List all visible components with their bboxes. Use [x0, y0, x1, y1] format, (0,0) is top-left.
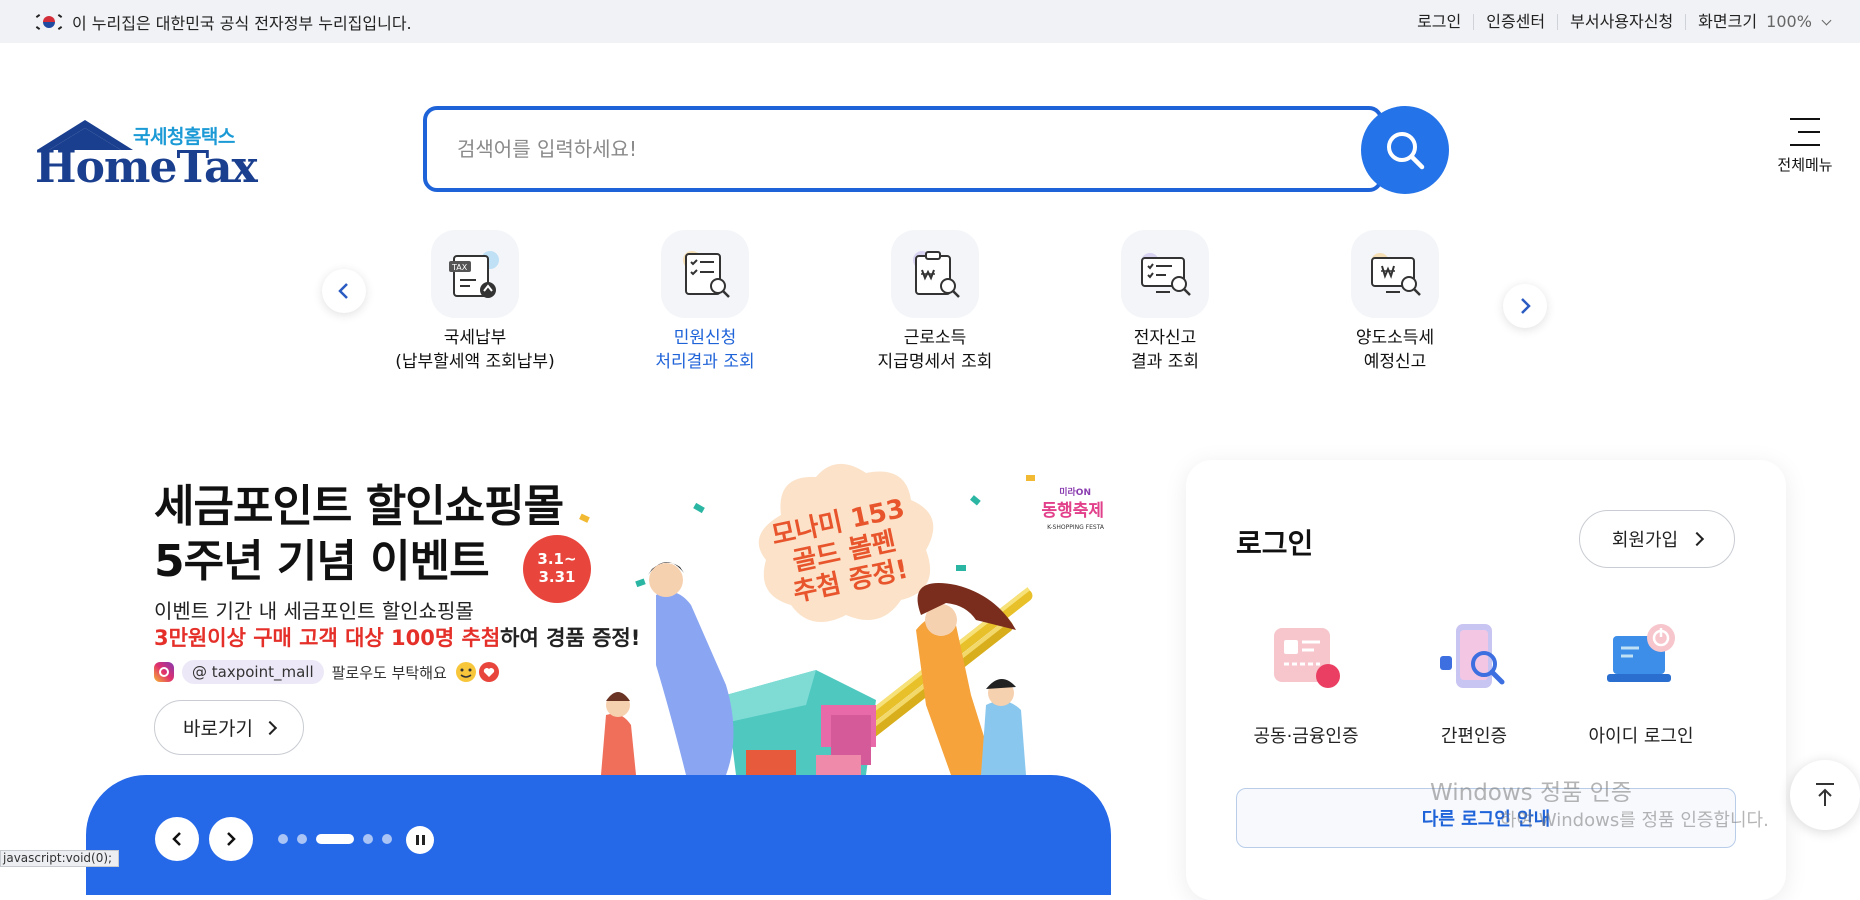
chevron-right-icon — [227, 832, 236, 846]
festival-top-text: 미라ON — [1059, 486, 1091, 498]
hamburger-icon — [1790, 118, 1820, 146]
hometax-logo[interactable]: 국세청홈택스 HomeTax — [35, 118, 258, 190]
chevron-right-icon — [262, 720, 278, 735]
banner-desc-2: 3만원이상 구매 고객 대상 100명 추첨하여 경품 증정! — [154, 622, 640, 652]
windows-activation-watermark: Windows 정품 인증 — [1430, 780, 1632, 806]
quick-menu-next-button[interactable] — [1503, 284, 1547, 328]
banner-next-button[interactable] — [209, 817, 253, 861]
banner-desc-highlight: 3만원이상 구매 고객 대상 100명 추첨 — [154, 626, 501, 650]
document-search-icon — [661, 230, 749, 318]
certificate-card-icon — [1274, 628, 1340, 688]
quick-item-line1: 양도소득세 — [1355, 328, 1435, 348]
signup-button[interactable]: 회원가입 — [1579, 510, 1735, 568]
follow-text: 팔로우도 부탁해요 — [331, 663, 447, 682]
quick-item-line1: 국세납부 — [443, 328, 507, 348]
banner-dot[interactable] — [382, 834, 392, 844]
gov-notice-bar: 이 누리집은 대한민국 공식 전자정부 누리집입니다. 로그인 인증센터 부서사… — [0, 0, 1860, 43]
won-clipboard-search-icon — [891, 230, 979, 318]
status-bar-url: javascript:void(0); — [0, 850, 120, 867]
banner-desc-1: 이벤트 기간 내 세금포인트 할인쇼핑몰 — [154, 599, 474, 623]
quick-item-line1: 전자신고 — [1133, 328, 1197, 348]
banner-instagram: @ taxpoint_mall 팔로우도 부탁해요 — [154, 660, 501, 684]
arrow-up-icon — [1816, 783, 1834, 806]
phone-search-icon — [1440, 624, 1505, 688]
login-method-simple[interactable]: 간편인증 — [1399, 620, 1549, 748]
zoom-value: 100% — [1766, 11, 1812, 31]
monitor-won-search-icon — [1351, 230, 1439, 318]
quick-item-line2: 결과 조회 — [1131, 352, 1199, 372]
instagram-handle: @ taxpoint_mall — [182, 660, 324, 684]
quick-item-e-filing-result[interactable]: 전자신고 결과 조회 — [1065, 230, 1265, 374]
festival-bottom-text: K-SHOPPING FESTA — [1047, 524, 1105, 531]
festival-text: 동행축제 — [1041, 501, 1104, 521]
banner-dot[interactable] — [363, 834, 373, 844]
logo-title: HomeTax — [35, 142, 258, 193]
chevron-left-icon — [172, 832, 181, 846]
tax-upload-icon: TAX — [431, 230, 519, 318]
banner-pause-button[interactable] — [406, 826, 434, 854]
banner-dot-active[interactable] — [316, 834, 354, 844]
login-method-label: 간편인증 — [1440, 726, 1508, 747]
quick-menu-prev-button[interactable] — [322, 269, 366, 313]
pause-icon — [415, 835, 419, 845]
windows-activation-watermark-sub: 하여 Windows를 정품 인증합니다. — [1500, 810, 1769, 831]
chevron-right-icon — [1521, 298, 1531, 314]
banner-dot[interactable] — [278, 834, 288, 844]
quick-item-line2: 처리결과 조회 — [655, 352, 755, 372]
login-method-certificate[interactable]: 공동·금융인증 — [1231, 620, 1381, 748]
banner-prev-button[interactable] — [155, 817, 199, 861]
gov-notice-text: 이 누리집은 대한민국 공식 전자정부 누리집입니다. — [72, 13, 412, 33]
zoom-select[interactable]: 화면크기 100% — [1686, 11, 1832, 31]
quick-item-line2: 지급명세서 조회 — [877, 352, 993, 372]
scroll-to-top-button[interactable] — [1790, 760, 1860, 830]
search-box — [423, 106, 1383, 192]
quick-item-earned-income[interactable]: 근로소득 지급명세서 조회 — [835, 230, 1035, 374]
search-input[interactable] — [457, 132, 1257, 166]
banner-dot[interactable] — [297, 834, 307, 844]
chevron-left-icon — [338, 283, 348, 299]
search-button[interactable] — [1361, 106, 1449, 194]
quick-item-civil-result[interactable]: 민원신청 처리결과 조회 — [605, 230, 805, 374]
banner-go-button[interactable]: 바로가기 — [154, 700, 304, 755]
quick-item-line2: 예정신고 — [1363, 352, 1427, 372]
banner-pagination — [278, 834, 392, 844]
all-menu-button[interactable]: 전체메뉴 — [1770, 118, 1840, 175]
chevron-right-icon — [1690, 531, 1705, 547]
login-method-label: 아이디 로그인 — [1588, 726, 1694, 747]
instagram-icon — [154, 662, 174, 682]
quick-item-line1: 근로소득 — [903, 328, 967, 348]
svg-text:TAX: TAX — [451, 263, 468, 272]
login-method-label: 공동·금융인증 — [1253, 726, 1359, 747]
quick-item-line2: (납부할세액 조회납부) — [395, 352, 555, 372]
banner-date-text: 3.1~ 3.31 — [537, 550, 577, 586]
login-card: 로그인 회원가입 공동·금융인증 간편인증 아이디 로그인 다른 로그인 안내 — [1186, 460, 1786, 900]
all-menu-label: 전체메뉴 — [1777, 156, 1833, 174]
cert-center-link[interactable]: 인증센터 — [1474, 13, 1559, 30]
banner-go-label: 바로가기 — [183, 718, 253, 740]
quick-item-tax-payment[interactable]: TAX 국세납부 (납부할세액 조회납부) — [375, 230, 575, 374]
dept-user-apply-link[interactable]: 부서사용자신청 — [1558, 13, 1687, 30]
chevron-down-icon — [1821, 15, 1832, 25]
search-icon — [1387, 132, 1425, 170]
monitor-search-icon — [1121, 230, 1209, 318]
login-method-id[interactable]: 아이디 로그인 — [1566, 620, 1716, 748]
emoji-icons — [455, 662, 499, 682]
laptop-power-icon — [1607, 624, 1675, 682]
quick-item-capital-gains[interactable]: 양도소득세 예정신고 — [1295, 230, 1495, 374]
signup-label: 회원가입 — [1611, 530, 1679, 551]
top-login-link[interactable]: 로그인 — [1405, 13, 1475, 30]
korea-flag-icon — [35, 13, 63, 31]
zoom-label: 화면크기 — [1698, 11, 1758, 31]
event-illustration: 모나미 153골드 볼펜추첨 증정! 미라ON 동행축제 K-SHOPPING … — [579, 463, 1105, 775]
quick-item-line1: 민원신청 — [673, 328, 737, 348]
login-title: 로그인 — [1236, 527, 1314, 560]
banner-title-2: 5주년 기념 이벤트 — [154, 536, 490, 587]
